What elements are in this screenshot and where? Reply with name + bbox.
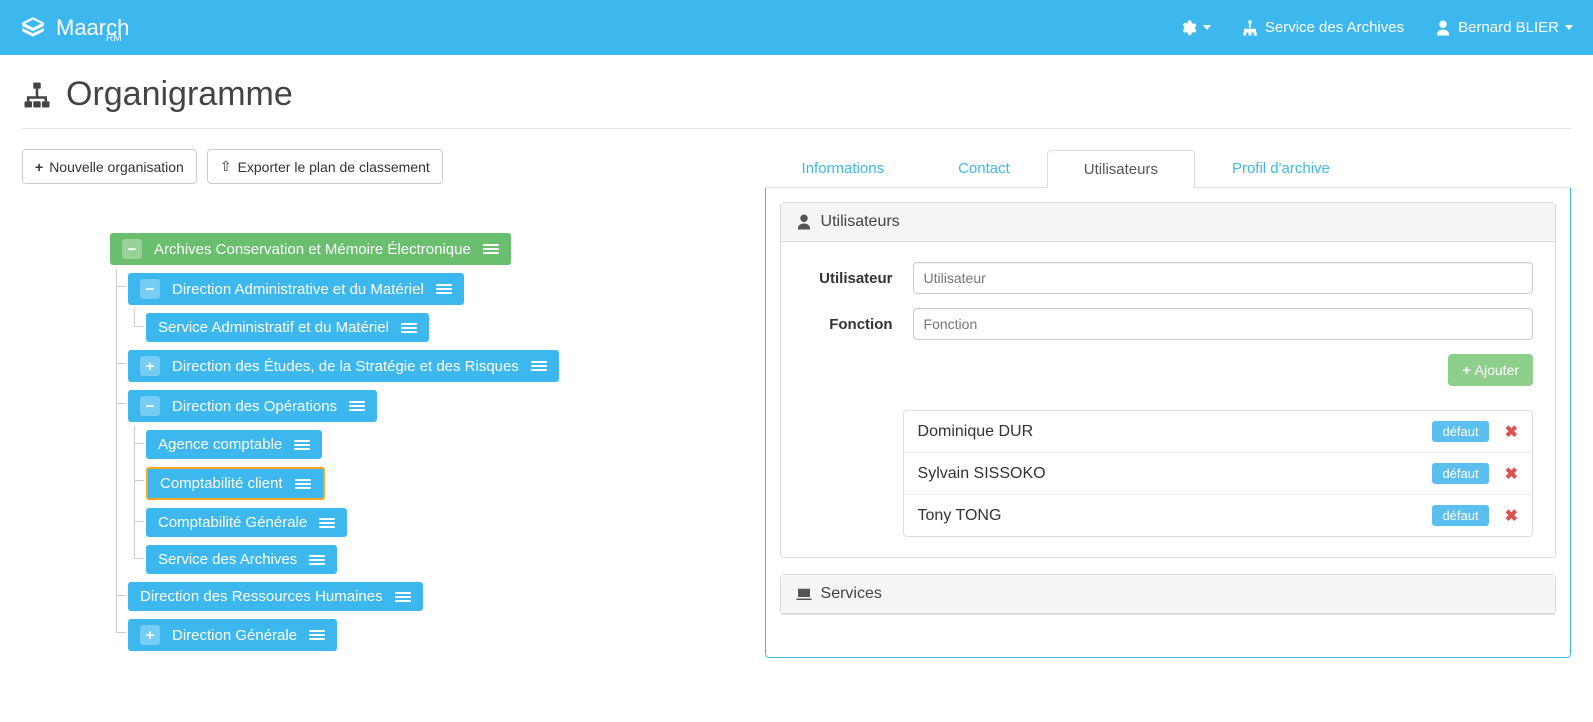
tree-node-svc-archives[interactable]: Service des Archives <box>146 545 337 574</box>
tab-utilisateurs[interactable]: Utilisateurs <box>1047 150 1195 188</box>
chevron-down-icon <box>1565 25 1573 30</box>
menu-icon[interactable] <box>309 555 325 565</box>
user-row-name: Sylvain SISSOKO <box>918 465 1046 483</box>
collapse-icon[interactable]: − <box>140 396 160 416</box>
user-name: Bernard BLIER <box>1458 19 1559 36</box>
sitemap-icon <box>1241 19 1259 37</box>
services-panel-title: Services <box>821 585 882 603</box>
menu-icon[interactable] <box>349 401 365 411</box>
remove-user-button[interactable]: ✖ <box>1505 464 1518 484</box>
remove-user-button[interactable]: ✖ <box>1505 422 1518 442</box>
user-row-name: Dominique DUR <box>918 423 1034 441</box>
tab-profil-archive[interactable]: Profil d'archive <box>1195 149 1367 187</box>
function-input[interactable] <box>913 308 1533 340</box>
menu-icon[interactable] <box>436 284 452 294</box>
tree-node-svc-admin[interactable]: Service Administratif et du Matériel <box>146 313 429 342</box>
default-badge[interactable]: défaut <box>1432 421 1488 442</box>
function-field-label: Fonction <box>803 316 913 333</box>
tree-node-dir-rh[interactable]: Direction des Ressources Humaines <box>128 582 423 611</box>
detail-panel: Utilisateurs Utilisateur Fonction <box>765 188 1571 658</box>
user-input[interactable] <box>913 262 1533 294</box>
page-title: Organigramme <box>22 75 1571 129</box>
menu-icon[interactable] <box>401 323 417 333</box>
page-title-text: Organigramme <box>66 75 293 114</box>
new-organization-button[interactable]: + Nouvelle organisation <box>22 149 197 184</box>
add-user-button[interactable]: + Ajouter <box>1448 354 1533 386</box>
plus-icon: + <box>35 159 43 175</box>
org-tree: − Archives Conservation et Mémoire Élect… <box>92 229 735 655</box>
user-row: Sylvain SISSOKO défaut ✖ <box>904 453 1532 495</box>
default-badge[interactable]: défaut <box>1432 505 1488 526</box>
collapse-icon[interactable]: − <box>122 239 142 259</box>
gear-icon <box>1179 19 1197 37</box>
service-link[interactable]: Service des Archives <box>1241 19 1404 37</box>
tab-contact[interactable]: Contact <box>921 149 1047 187</box>
tree-node-dir-gen[interactable]: + Direction Générale <box>128 619 337 651</box>
expand-icon[interactable]: + <box>140 625 160 645</box>
brand-logo-icon <box>20 15 46 41</box>
tree-node-compta-gen[interactable]: Comptabilité Générale <box>146 508 347 537</box>
tree-node-root[interactable]: − Archives Conservation et Mémoire Élect… <box>110 233 511 265</box>
menu-icon[interactable] <box>309 630 325 640</box>
app-header: Maarch RM Service des Archives Bernard B… <box>0 0 1593 55</box>
users-panel-header: Utilisateurs <box>781 203 1555 242</box>
user-menu[interactable]: Bernard BLIER <box>1434 19 1573 37</box>
tab-informations[interactable]: Informations <box>765 149 922 187</box>
user-row: Tony TONG défaut ✖ <box>904 495 1532 536</box>
menu-icon[interactable] <box>319 518 335 528</box>
upload-icon: ⇧ <box>220 158 232 175</box>
services-panel: Services <box>780 574 1556 615</box>
plus-icon: + <box>1462 362 1470 378</box>
services-panel-header[interactable]: Services <box>781 575 1555 614</box>
detail-tabs: Informations Contact Utilisateurs Profil… <box>765 149 1571 188</box>
menu-icon[interactable] <box>294 440 310 450</box>
tree-node-dir-admin[interactable]: − Direction Administrative et du Matérie… <box>128 273 464 305</box>
expand-icon[interactable]: + <box>140 356 160 376</box>
user-field-label: Utilisateur <box>803 270 913 287</box>
user-icon <box>1434 19 1452 37</box>
tree-node-dir-etudes[interactable]: + Direction des Études, de la Stratégie … <box>128 350 559 382</box>
service-label: Service des Archives <box>1265 19 1404 36</box>
tree-node-compta-client[interactable]: Comptabilité client <box>146 467 325 500</box>
remove-user-button[interactable]: ✖ <box>1505 506 1518 526</box>
user-list: Dominique DUR défaut ✖ Sylvain SISSOKO d… <box>903 410 1533 537</box>
brand[interactable]: Maarch RM <box>20 15 129 41</box>
sitemap-icon <box>22 80 52 110</box>
user-row-name: Tony TONG <box>918 507 1002 525</box>
user-icon <box>795 213 813 231</box>
tree-node-dir-ops[interactable]: − Direction des Opérations <box>128 390 377 422</box>
chevron-down-icon <box>1203 25 1211 30</box>
menu-icon[interactable] <box>483 244 499 254</box>
default-badge[interactable]: défaut <box>1432 463 1488 484</box>
settings-menu[interactable] <box>1179 19 1211 37</box>
menu-icon[interactable] <box>395 592 411 602</box>
users-panel-title: Utilisateurs <box>821 213 900 231</box>
user-row: Dominique DUR défaut ✖ <box>904 411 1532 453</box>
export-plan-button[interactable]: ⇧ Exporter le plan de classement <box>207 149 443 184</box>
tree-node-agence-compta[interactable]: Agence comptable <box>146 430 322 459</box>
collapse-icon[interactable]: − <box>140 279 160 299</box>
laptop-icon <box>795 585 813 603</box>
menu-icon[interactable] <box>531 361 547 371</box>
menu-icon[interactable] <box>295 479 311 489</box>
